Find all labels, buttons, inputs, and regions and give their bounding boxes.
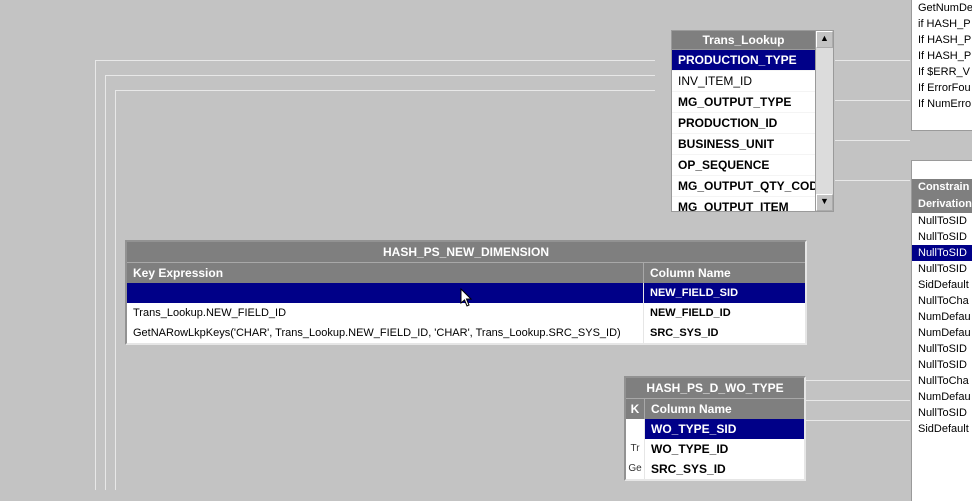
list-item[interactable]: If NumErro (912, 96, 972, 112)
list-item[interactable]: GetNumDe (912, 0, 972, 16)
list-item[interactable]: NullToSID (912, 357, 972, 373)
list-item[interactable]: If ErrorFou (912, 80, 972, 96)
table-row[interactable]: Trans_Lookup.NEW_FIELD_ID NEW_FIELD_ID (127, 303, 805, 323)
list-item[interactable]: PRODUCTION_TYPE (672, 50, 815, 71)
list-item[interactable]: If HASH_P (912, 32, 972, 48)
table-row[interactable]: Ge SRC_SYS_ID (626, 459, 804, 479)
col-column-name[interactable]: Column Name (644, 263, 805, 283)
constraint-header[interactable]: Constrain (912, 179, 972, 196)
cell-col[interactable]: NEW_FIELD_SID (644, 283, 805, 303)
list-item[interactable]: BUSINESS_UNIT (672, 134, 815, 155)
column-headers: K Column Name (626, 398, 804, 419)
list-item[interactable]: If HASH_P (912, 48, 972, 64)
list-item[interactable]: if HASH_P (912, 16, 972, 32)
list-item[interactable]: NumDefau (912, 389, 972, 405)
list-item[interactable]: NullToSID (912, 213, 972, 229)
right-bottom-panel[interactable]: Constrain Derivation NullToSID NullToSID… (911, 160, 972, 501)
scroll-up-button[interactable]: ▲ (816, 31, 833, 48)
list-item[interactable]: MG_OUTPUT_ITEM (672, 197, 815, 212)
list-item[interactable]: INV_ITEM_ID (672, 71, 815, 92)
right-top-panel[interactable]: GetNumDe if HASH_P If HASH_P If HASH_P I… (911, 0, 972, 131)
list-item[interactable]: NumDefau (912, 325, 972, 341)
trans-lookup-title: Trans_Lookup (671, 30, 816, 50)
table-row[interactable]: WO_TYPE_SID (626, 419, 804, 439)
list-item[interactable]: PRODUCTION_ID (672, 113, 815, 134)
table-row[interactable]: GetNARowLkpKeys('CHAR', Trans_Lookup.NEW… (127, 323, 805, 343)
list-item[interactable]: OP_SEQUENCE (672, 155, 815, 176)
cell-col[interactable]: SRC_SYS_ID (644, 323, 805, 343)
column-headers: Key Expression Column Name (127, 262, 805, 283)
table-row[interactable]: NEW_FIELD_SID (127, 283, 805, 303)
cell-col[interactable]: WO_TYPE_SID (645, 419, 804, 439)
cell-k[interactable]: Tr (626, 439, 645, 459)
table-title: HASH_PS_D_WO_TYPE (626, 378, 804, 398)
cell-key[interactable] (127, 283, 644, 303)
list-item[interactable]: SidDefault (912, 421, 972, 437)
table-title: HASH_PS_NEW_DIMENSION (127, 242, 805, 262)
hash-wo-type-table[interactable]: HASH_PS_D_WO_TYPE K Column Name WO_TYPE_… (624, 376, 806, 481)
cell-key[interactable]: Trans_Lookup.NEW_FIELD_ID (127, 303, 644, 323)
list-item[interactable]: NumDefau (912, 309, 972, 325)
list-item[interactable]: NullToSID (912, 341, 972, 357)
cell-col[interactable]: WO_TYPE_ID (645, 439, 804, 459)
cell-k[interactable]: Ge (626, 459, 645, 479)
list-item[interactable]: SidDefault (912, 277, 972, 293)
list-item[interactable]: NullToCha (912, 293, 972, 309)
list-item[interactable]: If $ERR_V (912, 64, 972, 80)
trans-lookup-scrollbar[interactable]: ▲ ▼ (815, 30, 834, 212)
hash-new-dimension-table[interactable]: HASH_PS_NEW_DIMENSION Key Expression Col… (125, 240, 807, 345)
list-item[interactable]: NullToSID (912, 261, 972, 277)
scroll-down-button[interactable]: ▼ (816, 194, 833, 211)
trans-lookup-list[interactable]: PRODUCTION_TYPE INV_ITEM_ID MG_OUTPUT_TY… (671, 49, 816, 212)
table-row[interactable]: Tr WO_TYPE_ID (626, 439, 804, 459)
list-item[interactable]: NullToCha (912, 373, 972, 389)
list-item[interactable]: NullToSID (912, 245, 972, 261)
col-key-short[interactable]: K (626, 399, 645, 419)
cell-key[interactable]: GetNARowLkpKeys('CHAR', Trans_Lookup.NEW… (127, 323, 644, 343)
list-item[interactable]: NullToSID (912, 229, 972, 245)
cell-col[interactable]: NEW_FIELD_ID (644, 303, 805, 323)
list-item[interactable]: NullToSID (912, 405, 972, 421)
col-column-name[interactable]: Column Name (645, 399, 804, 419)
list-item[interactable]: MG_OUTPUT_TYPE (672, 92, 815, 113)
derivation-header[interactable]: Derivation (912, 196, 972, 213)
list-item[interactable]: MG_OUTPUT_QTY_COD (672, 176, 815, 197)
cell-k[interactable] (626, 419, 645, 439)
col-key-expression[interactable]: Key Expression (127, 263, 644, 283)
cell-col[interactable]: SRC_SYS_ID (645, 459, 804, 479)
